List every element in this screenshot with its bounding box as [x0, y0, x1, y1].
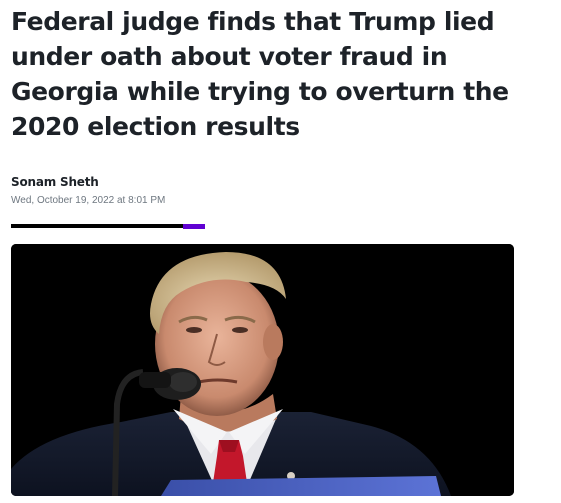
hero-photo-illustration: [11, 244, 514, 496]
publish-date: Wed, October 19, 2022 at 8:01 PM: [11, 195, 166, 206]
reading-progress-accent: [183, 224, 205, 229]
reading-progress-fill: [11, 224, 184, 228]
author-name[interactable]: Sonam Sheth: [11, 175, 99, 189]
article-headline: Federal judge finds that Trump lied unde…: [11, 7, 509, 141]
reading-progress-bar: [11, 224, 205, 229]
hero-image[interactable]: [11, 244, 514, 496]
